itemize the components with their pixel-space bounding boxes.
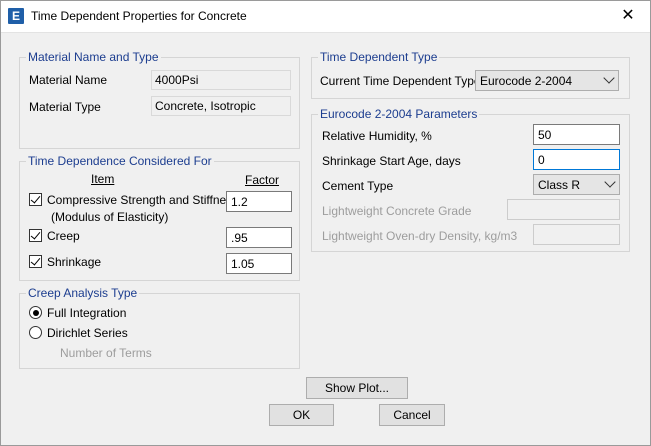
current-type-label: Current Time Dependent Type: [320, 74, 481, 88]
material-group-title: Material Name and Type: [26, 50, 161, 64]
ok-button[interactable]: OK: [269, 404, 334, 426]
factor-column-header: Factor: [245, 173, 280, 187]
creep-label: Creep: [47, 229, 80, 243]
shrinkage-checkbox[interactable]: [29, 255, 42, 268]
time-dependent-type-dropdown[interactable]: Eurocode 2-2004: [475, 70, 619, 91]
full-integration-radio[interactable]: [29, 306, 42, 319]
time-dependence-group-title: Time Dependence Considered For: [26, 154, 214, 168]
time-dependent-type-group-title: Time Dependent Type: [318, 50, 440, 64]
cement-type-value: Class R: [538, 178, 581, 192]
eurocode-params-group-title: Eurocode 2-2004 Parameters: [318, 107, 480, 121]
shrinkage-start-age-label: Shrinkage Start Age, days: [322, 154, 461, 168]
title-bar: E Time Dependent Properties for Concrete…: [0, 0, 651, 33]
relative-humidity-label: Relative Humidity, %: [322, 129, 432, 143]
dirichlet-series-radio[interactable]: [29, 326, 42, 339]
lightweight-density-label: Lightweight Oven-dry Density, kg/m3: [322, 229, 518, 243]
creep-factor-input[interactable]: .95: [226, 227, 292, 248]
lightweight-grade-input: [507, 199, 620, 220]
close-button[interactable]: ✕: [605, 0, 651, 32]
item-column-header: Item: [91, 172, 115, 186]
compressive-strength-factor-input[interactable]: 1.2: [226, 191, 292, 212]
material-type-label: Material Type: [29, 100, 101, 114]
window-title: Time Dependent Properties for Concrete: [31, 9, 247, 23]
shrinkage-factor-input[interactable]: 1.05: [226, 253, 292, 274]
number-of-terms-label: Number of Terms: [60, 346, 152, 360]
compressive-strength-label: Compressive Strength and Stiffness: [47, 193, 239, 207]
creep-checkbox[interactable]: [29, 229, 42, 242]
cancel-button[interactable]: Cancel: [379, 404, 445, 426]
time-dependent-type-value: Eurocode 2-2004: [480, 74, 573, 88]
cement-type-label: Cement Type: [322, 179, 394, 193]
shrinkage-label: Shrinkage: [47, 255, 102, 269]
compressive-strength-checkbox[interactable]: [29, 193, 42, 206]
show-plot-button[interactable]: Show Plot...: [306, 377, 408, 399]
full-integration-label: Full Integration: [47, 306, 127, 320]
compressive-strength-sublabel: (Modulus of Elasticity): [51, 210, 169, 224]
chevron-down-icon: [603, 72, 615, 84]
creep-analysis-group-title: Creep Analysis Type: [26, 286, 140, 300]
app-icon: E: [8, 8, 24, 24]
material-type-field: Concrete, Isotropic: [151, 96, 291, 116]
chevron-down-icon: [604, 176, 616, 188]
material-name-field: 4000Psi: [151, 70, 291, 90]
relative-humidity-input[interactable]: 50: [533, 124, 620, 145]
dirichlet-series-label: Dirichlet Series: [47, 326, 128, 340]
shrinkage-start-age-input[interactable]: 0: [533, 149, 620, 170]
lightweight-density-input: [533, 224, 620, 245]
cement-type-dropdown[interactable]: Class R: [533, 174, 620, 195]
material-name-label: Material Name: [29, 73, 108, 87]
lightweight-grade-label: Lightweight Concrete Grade: [322, 204, 472, 218]
